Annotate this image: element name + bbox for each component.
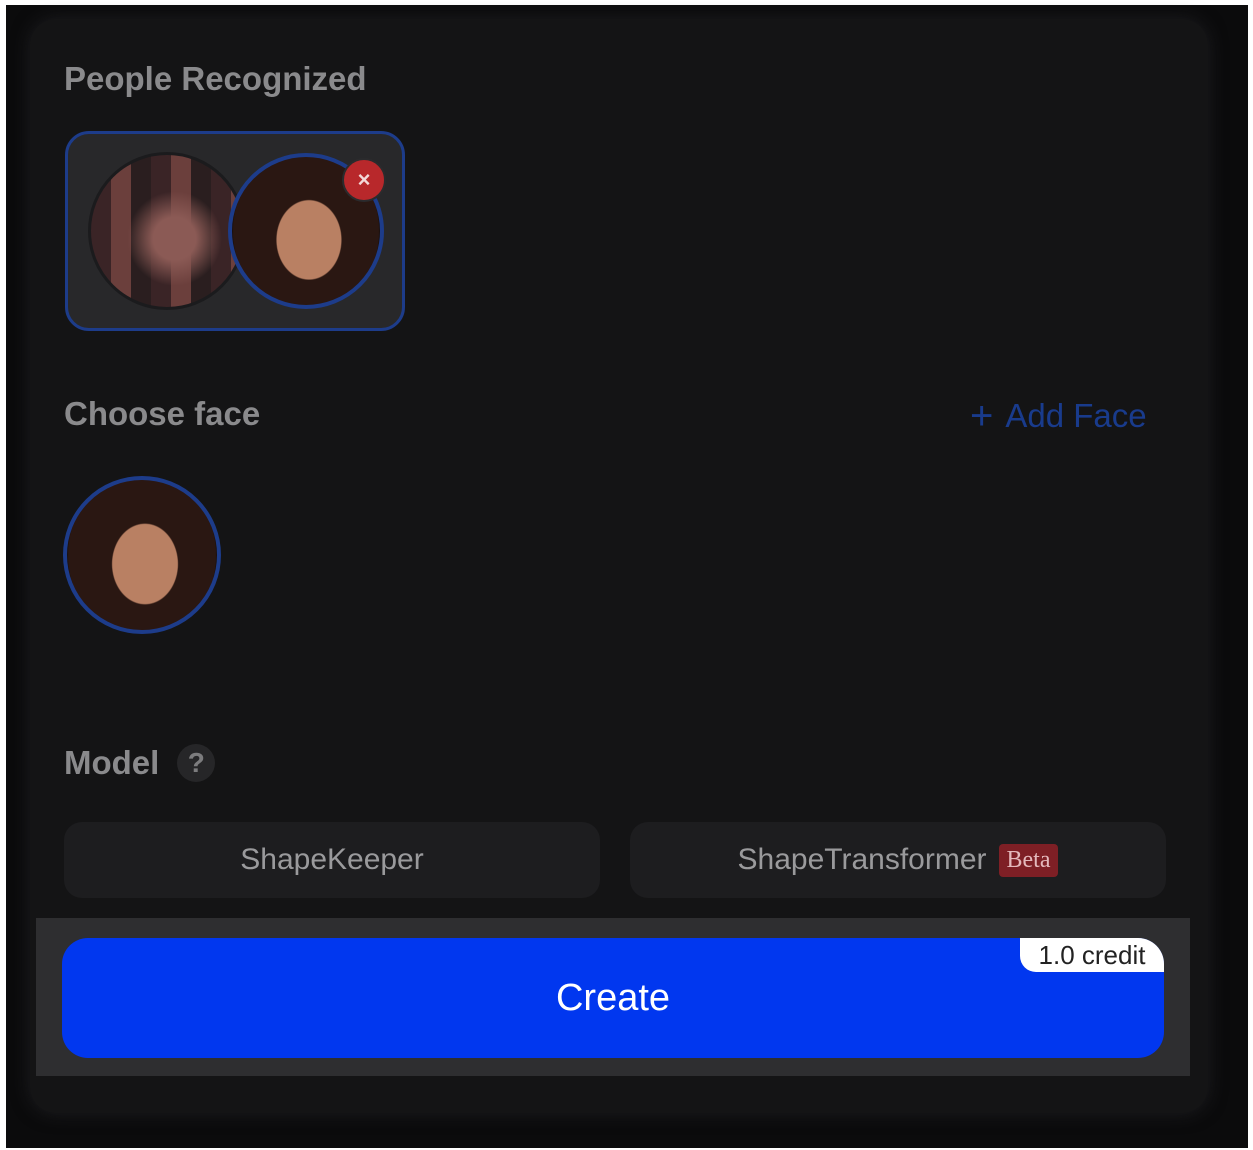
model-title: Model xyxy=(64,744,160,781)
beta-badge: Beta xyxy=(998,843,1059,877)
model-shapetransformer-button[interactable]: ShapeTransformer Beta xyxy=(630,822,1166,898)
create-button[interactable]: Create xyxy=(62,938,1164,1058)
add-face-label: Add Face xyxy=(1005,397,1147,434)
people-recognized-title: People Recognized xyxy=(64,60,367,97)
help-icon[interactable]: ? xyxy=(177,744,216,782)
credit-badge: 1.0 credit xyxy=(1020,938,1164,972)
choose-face-title: Choose face xyxy=(64,395,261,432)
model-header: Model ? xyxy=(64,744,216,782)
create-label: Create xyxy=(555,976,671,1019)
choose-face-option[interactable] xyxy=(63,476,221,634)
model-shapekeeper-label: ShapeKeeper xyxy=(240,843,424,876)
remove-face-icon[interactable]: × xyxy=(342,158,386,202)
recognized-face-blurred[interactable] xyxy=(88,152,246,310)
model-shapetransformer-label: ShapeTransformer xyxy=(737,843,987,876)
plus-icon: + xyxy=(970,394,994,438)
people-recognized-group[interactable]: × xyxy=(65,131,405,331)
add-face-button[interactable]: + Add Face xyxy=(970,396,1147,436)
model-shapekeeper-button[interactable]: ShapeKeeper xyxy=(64,822,600,898)
